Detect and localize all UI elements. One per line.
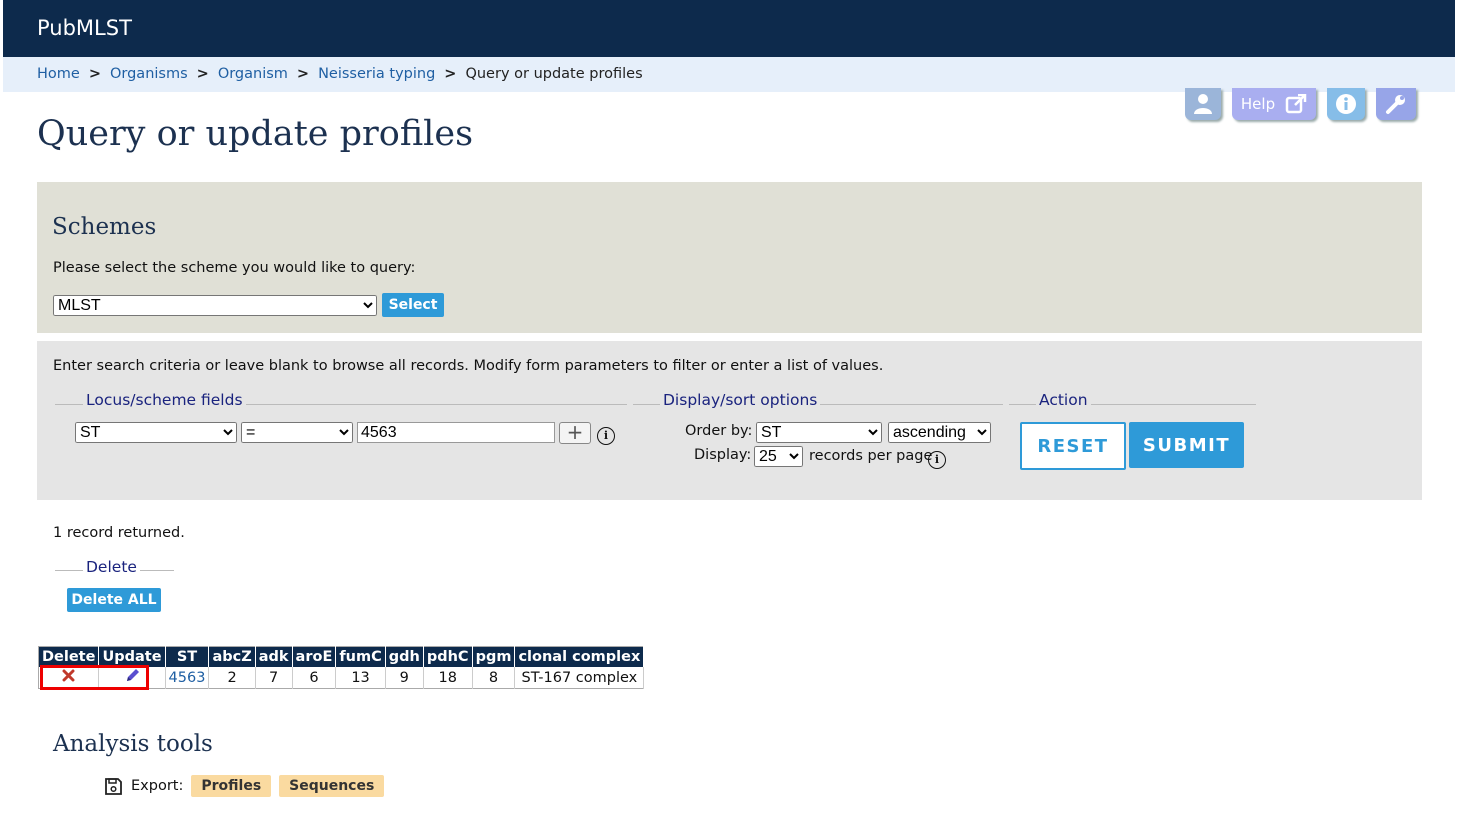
site-title[interactable]: PubMLST (37, 16, 132, 40)
save-icon (105, 777, 122, 795)
breadcrumb-separator: > (196, 66, 209, 82)
table-cell: ST-167 complex (514, 667, 645, 689)
locus-fields-legend: Locus/scheme fields (83, 391, 246, 409)
column-header[interactable]: pdhC (423, 646, 473, 667)
breadcrumb-current: Query or update profiles (465, 66, 643, 82)
select-scheme-button[interactable]: Select (382, 293, 444, 317)
schemes-panel: Schemes Please select the scheme you wou… (37, 182, 1422, 333)
search-panel: Enter search criteria or leave blank to … (37, 341, 1422, 500)
help-button[interactable]: Help (1232, 88, 1316, 120)
locus-field-select[interactable]: ST (75, 422, 237, 443)
breadcrumb: Home > Organisms > Organism > Neisseria typing… (3, 57, 1455, 92)
column-header[interactable]: abcZ (208, 646, 256, 667)
info-icon[interactable]: i (597, 427, 615, 445)
column-header[interactable]: adk (255, 646, 293, 667)
table-cell: 6 (292, 667, 337, 689)
schemes-heading: Schemes (52, 214, 157, 240)
scheme-select[interactable]: MLST (53, 295, 377, 316)
page-title: Query or update profiles (37, 114, 474, 154)
info-button[interactable] (1327, 88, 1365, 120)
table-cell: 8 (472, 667, 516, 689)
search-hint: Enter search criteria or leave blank to … (53, 358, 884, 374)
display-label: Display: (694, 447, 752, 463)
column-header[interactable]: fumC (335, 646, 386, 667)
user-icon (1194, 94, 1212, 114)
breadcrumb-separator: > (88, 66, 101, 82)
info-icon[interactable]: i (928, 451, 946, 469)
table-header-row: Delete Update ST abcZ adk aroE fumC gdh … (38, 646, 645, 667)
external-link-icon (1285, 94, 1307, 114)
schemes-prompt: Please select the scheme you would like … (53, 260, 416, 276)
top-header: PubMLST (3, 0, 1455, 57)
breadcrumb-neisseria-typing[interactable]: Neisseria typing (318, 66, 435, 82)
record-count: 1 record returned. (53, 525, 185, 541)
action-legend: Action (1036, 391, 1091, 409)
plus-icon: + (566, 420, 584, 444)
table-cell: 2 (208, 667, 256, 689)
column-header[interactable]: clonal complex (514, 646, 645, 667)
submit-button[interactable]: SUBMIT (1129, 422, 1244, 468)
column-header: Update (98, 646, 166, 667)
add-field-button[interactable]: + (559, 422, 591, 444)
table-cell: 13 (335, 667, 386, 689)
breadcrumb-separator: > (444, 66, 457, 82)
order-by-select[interactable]: ST (756, 422, 882, 443)
user-button[interactable] (1185, 88, 1221, 120)
display-options-legend: Display/sort options (660, 391, 821, 409)
breadcrumb-home[interactable]: Home (37, 66, 80, 82)
records-per-page-select[interactable]: 25 (754, 446, 803, 467)
st-cell[interactable]: 4563 (165, 667, 210, 689)
wrench-icon (1386, 95, 1405, 114)
analysis-heading: Analysis tools (53, 731, 213, 757)
export-sequences-button[interactable]: Sequences (279, 775, 385, 797)
order-by-label: Order by: (685, 423, 753, 439)
table-cell: 7 (255, 667, 293, 689)
breadcrumb-organism[interactable]: Organism (218, 66, 288, 82)
column-header[interactable]: pgm (472, 646, 516, 667)
breadcrumb-separator: > (296, 66, 310, 82)
table-cell: 9 (385, 667, 424, 689)
search-value-input[interactable] (357, 422, 555, 443)
export-row: Export: Profiles Sequences (104, 775, 385, 797)
column-header: Delete (38, 646, 100, 667)
st-link[interactable]: 4563 (169, 670, 206, 686)
tools-button[interactable] (1376, 88, 1416, 120)
records-per-page-label: records per page (809, 448, 933, 464)
operator-select[interactable]: = (241, 422, 353, 443)
highlight-box (40, 665, 149, 690)
reset-button[interactable]: RESET (1020, 422, 1126, 470)
table-cell: 18 (423, 667, 473, 689)
info-icon (1336, 94, 1356, 114)
sort-direction-select[interactable]: ascending (888, 422, 991, 443)
column-header[interactable]: gdh (385, 646, 424, 667)
help-label: Help (1240, 95, 1276, 113)
export-profiles-button[interactable]: Profiles (191, 775, 272, 797)
column-header[interactable]: aroE (292, 646, 337, 667)
delete-all-button[interactable]: Delete ALL (67, 588, 161, 612)
export-label: Export: (131, 778, 184, 794)
breadcrumb-organisms[interactable]: Organisms (110, 66, 188, 82)
delete-legend: Delete (83, 558, 140, 576)
column-header[interactable]: ST (165, 646, 210, 667)
